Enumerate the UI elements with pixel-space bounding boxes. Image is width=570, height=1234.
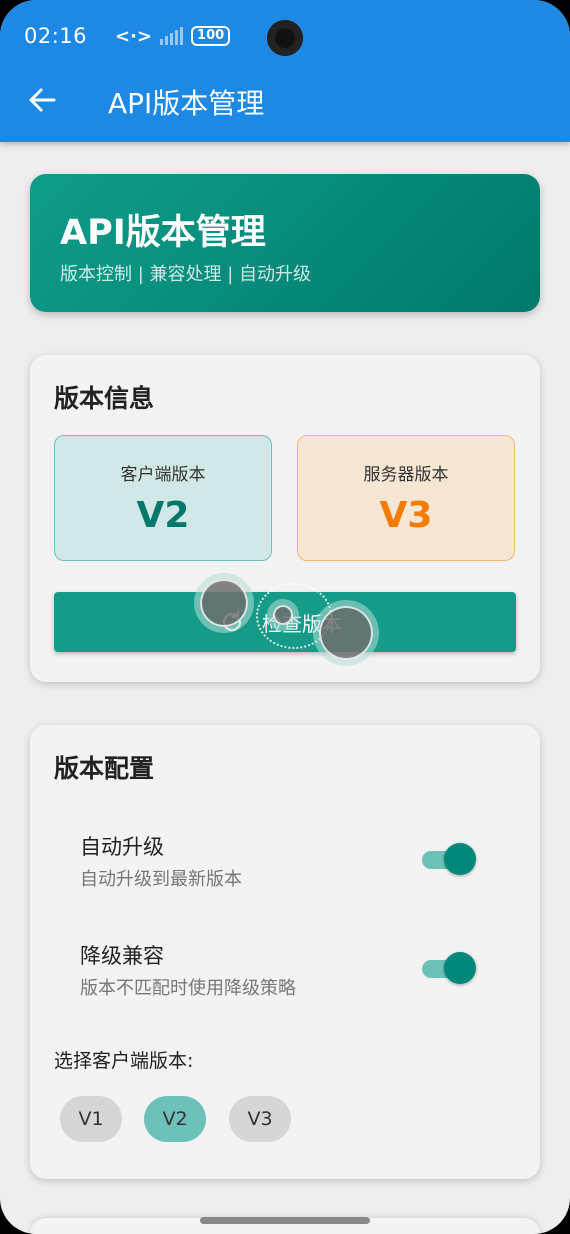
switch-thumb	[444, 843, 476, 875]
arrow-left-icon[interactable]	[28, 86, 56, 114]
hero-title: API版本管理	[60, 213, 266, 253]
hero-subtitle: 版本控制 | 兼容处理 | 自动升级	[60, 264, 312, 285]
app-bar-title: API版本管理	[108, 87, 265, 120]
hero-banner: API版本管理 版本控制 | 兼容处理 | 自动升级	[30, 174, 540, 312]
client-version-value: V2	[136, 495, 190, 536]
version-chip-v1[interactable]: V1	[60, 1096, 122, 1142]
client-version-label: 客户端版本	[120, 465, 206, 485]
touch-indicator	[200, 579, 248, 627]
phone-screen: 02:16 <·> 100 API版本管理 API版本管理 版本控制 | 兼容处…	[0, 0, 570, 1234]
version-chip-v3[interactable]: V3	[229, 1096, 291, 1142]
version-config-title: 版本配置	[54, 754, 155, 783]
auto-upgrade-title: 自动升级	[80, 835, 164, 859]
network-icon: <·>	[115, 25, 153, 47]
server-version-value: V3	[379, 495, 433, 536]
status-time: 02:16	[24, 24, 88, 48]
server-version-box: 服务器版本 V3	[297, 435, 515, 561]
client-version-box: 客户端版本 V2	[54, 435, 272, 561]
signal-icon	[160, 27, 184, 45]
battery-icon: 100	[191, 26, 231, 46]
home-indicator[interactable]	[200, 1217, 370, 1224]
downgrade-compat-subtitle: 版本不匹配时使用降级策略	[80, 978, 296, 999]
touch-indicator	[273, 605, 293, 625]
server-version-label: 服务器版本	[363, 465, 449, 485]
touch-indicator	[319, 606, 373, 660]
auto-upgrade-subtitle: 自动升级到最新版本	[80, 869, 242, 890]
downgrade-compat-switch[interactable]	[422, 952, 478, 984]
version-chip-v2[interactable]: V2	[144, 1096, 206, 1142]
auto-upgrade-switch[interactable]	[422, 843, 478, 875]
version-info-title: 版本信息	[54, 384, 155, 413]
camera-cutout	[267, 20, 303, 56]
downgrade-compat-title: 降级兼容	[80, 944, 164, 968]
select-version-label: 选择客户端版本:	[54, 1050, 194, 1072]
version-info-card: 版本信息 客户端版本 V2 服务器版本 V3 检查版本	[30, 355, 540, 682]
status-bar: 02:16 <·> 100	[24, 22, 231, 50]
app-bar: 02:16 <·> 100 API版本管理	[0, 0, 570, 142]
version-config-card: 版本配置 自动升级 自动升级到最新版本 降级兼容 版本不匹配时使用降级策略 选择…	[30, 725, 540, 1179]
switch-thumb	[444, 952, 476, 984]
